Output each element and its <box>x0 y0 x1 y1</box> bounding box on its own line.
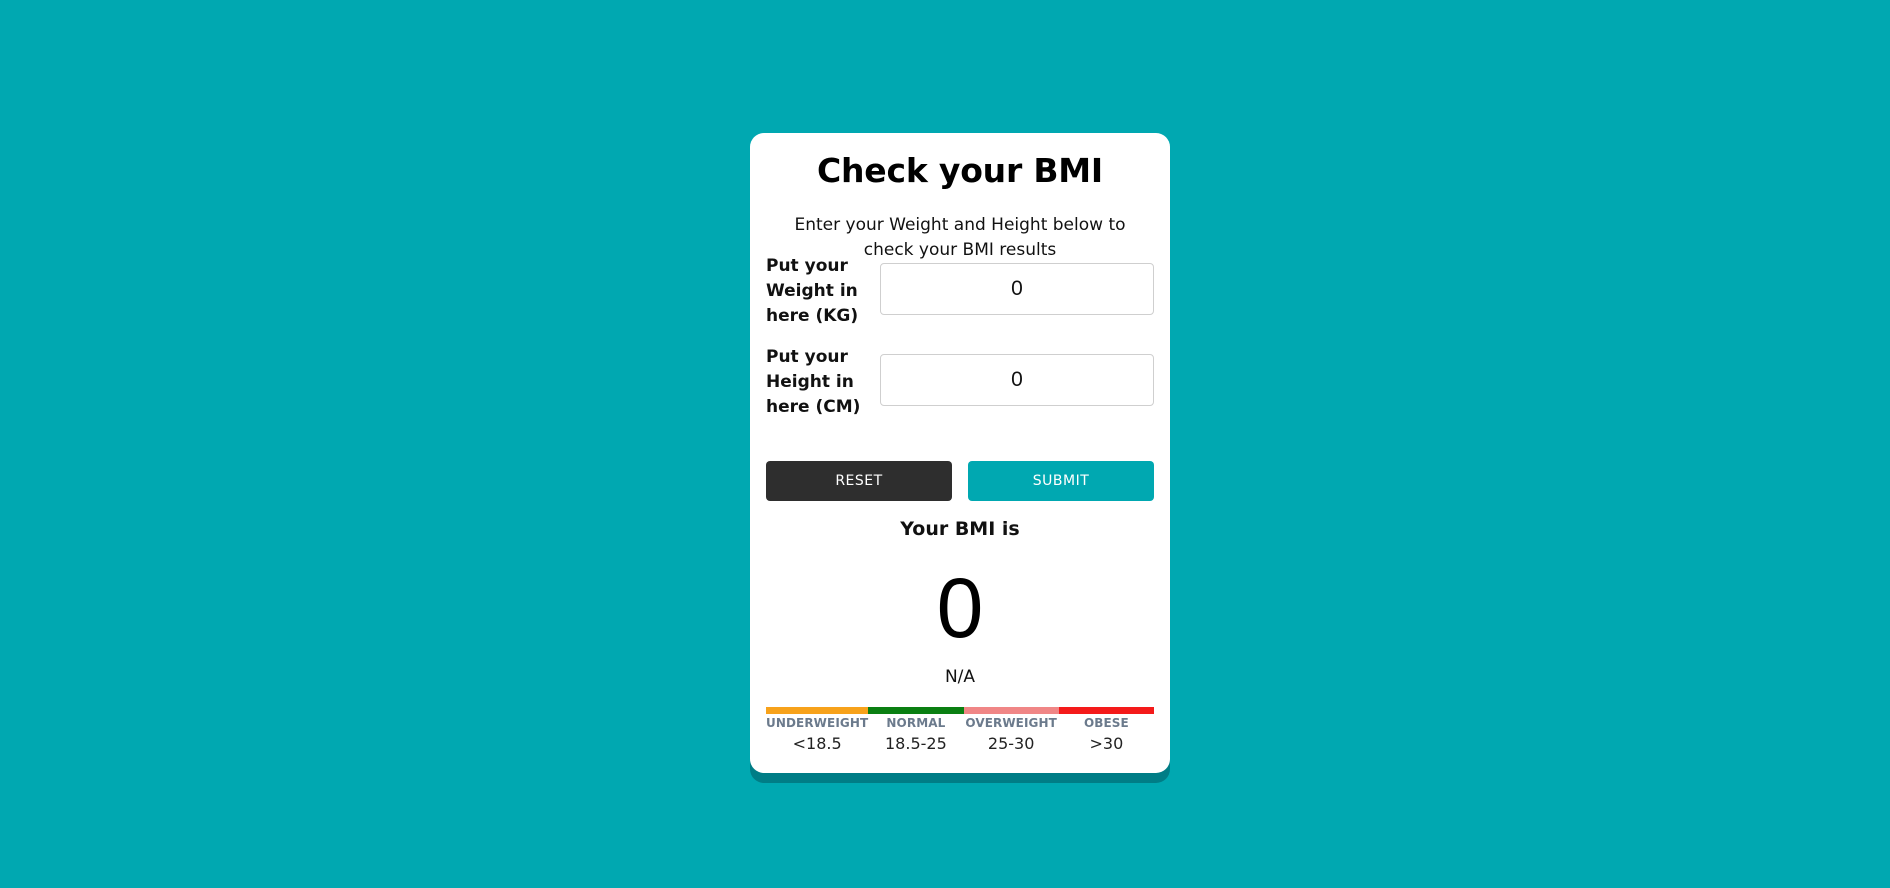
bmi-result-value: 0 <box>936 561 984 655</box>
scale-name-underweight: UNDERWEIGHT <box>766 716 869 730</box>
scale-range-underweight: <18.5 <box>792 734 842 753</box>
weight-label: Put your Weight in here (KG) <box>766 256 859 326</box>
scale-name-normal: NORMAL <box>886 716 946 730</box>
scale-range-normal: 18.5-25 <box>885 734 947 753</box>
submit-button[interactable]: SUBMIT <box>968 461 1154 501</box>
scale-bar-obese <box>1058 707 1155 714</box>
scale-bar-normal <box>868 707 964 714</box>
scale-segment-obese: OBESE >30 <box>1058 707 1155 753</box>
scale-segment-overweight: OVERWEIGHT 25-30 <box>963 707 1059 753</box>
height-input[interactable] <box>880 354 1154 406</box>
height-label: Put your Height in here (CM) <box>766 347 861 417</box>
weight-input[interactable] <box>880 263 1154 315</box>
scale-name-obese: OBESE <box>1083 716 1129 730</box>
bmi-card: Check your BMI Enter your Weight and Hei… <box>750 133 1170 773</box>
scale-name-overweight: OVERWEIGHT <box>965 716 1057 730</box>
scale-range-obese: >30 <box>1089 734 1124 753</box>
scale-segment-underweight: UNDERWEIGHT <18.5 <box>766 707 869 753</box>
scale-bar-overweight <box>963 707 1059 714</box>
bmi-result-label: Your BMI is <box>900 518 1020 540</box>
page-title: Check your BMI <box>817 151 1103 190</box>
reset-button[interactable]: RESET <box>766 461 952 501</box>
scale-range-overweight: 25-30 <box>987 734 1035 753</box>
scale-bar-underweight <box>766 707 869 714</box>
scale-segment-normal: NORMAL 18.5-25 <box>868 707 964 753</box>
bmi-category: N/A <box>944 667 976 687</box>
bmi-scale: UNDERWEIGHT <18.5 NORMAL 18.5-25 OVERWEI… <box>766 707 1155 753</box>
